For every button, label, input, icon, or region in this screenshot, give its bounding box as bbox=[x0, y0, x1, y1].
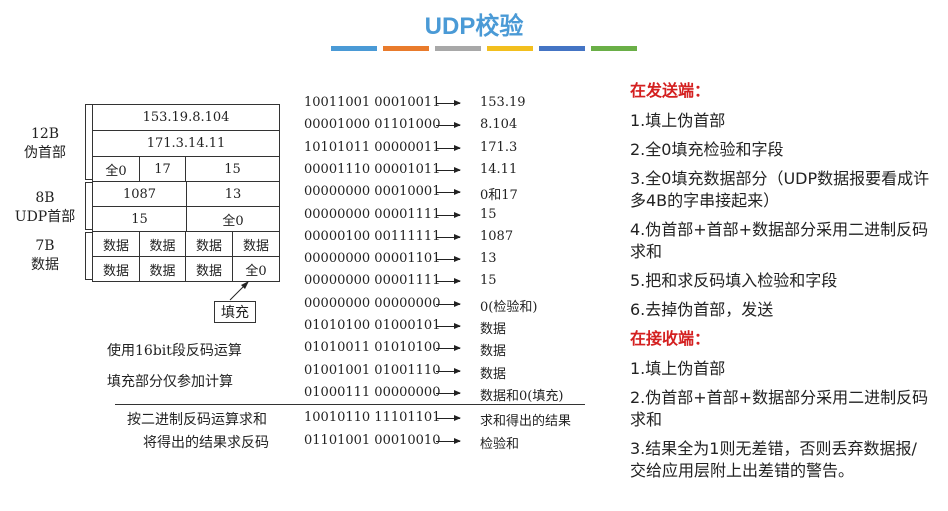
sum-result: 求和得出的结果 bbox=[480, 414, 572, 429]
dst-ip-cell: 171.3.14.11 bbox=[92, 130, 280, 157]
udp-header-label: 8B UDP首部 bbox=[14, 190, 76, 225]
decimal-value: 数据 bbox=[480, 322, 507, 337]
arrow-icon bbox=[436, 301, 461, 307]
data-cell: 数据 bbox=[139, 231, 186, 257]
data-cell: 数据 bbox=[185, 231, 233, 257]
udp-bracket bbox=[85, 182, 92, 230]
color-bar-segment bbox=[591, 46, 637, 51]
length-cell: 15 bbox=[185, 156, 280, 182]
data-label: 7B 数据 bbox=[31, 238, 59, 273]
binary-value: 10101011 00000011 bbox=[304, 140, 441, 155]
checksum-result: 检验和 bbox=[480, 437, 520, 452]
sender-step: 2.全0填充检验和字段 bbox=[630, 140, 784, 159]
note-16bit: 使用16bit段反码运算 bbox=[107, 343, 242, 359]
decimal-value: 153.19 bbox=[480, 95, 526, 110]
decimal-value: 15 bbox=[480, 207, 497, 222]
note-sum: 按二进制反码运算求和 bbox=[127, 412, 267, 428]
decimal-value: 8.104 bbox=[480, 117, 518, 132]
data-cell: 数据 bbox=[185, 256, 233, 282]
note-padding: 填充部分仅参加计算 bbox=[107, 374, 233, 390]
fill-pointer-arrow bbox=[229, 281, 249, 301]
pseudo-bracket bbox=[85, 104, 92, 180]
sender-step: 3.全0填充数据部分（UDP数据报要看成许多4B的字串接起来） bbox=[630, 169, 930, 210]
protocol-cell: 17 bbox=[139, 156, 186, 182]
data-cell: 数据 bbox=[232, 231, 280, 257]
page-title: UDP校验 bbox=[424, 13, 524, 40]
arrow-icon bbox=[436, 100, 461, 106]
arrow-icon bbox=[436, 256, 461, 262]
binary-value: 01010100 01000101 bbox=[304, 318, 441, 333]
fill-label-box: 填充 bbox=[214, 301, 256, 323]
arrow-icon bbox=[436, 390, 461, 396]
arrow-icon bbox=[436, 278, 461, 284]
binary-value: 00000000 00001101 bbox=[304, 251, 441, 266]
sum-binary: 10010110 11101101 bbox=[304, 410, 441, 425]
color-bar-segment bbox=[487, 46, 533, 51]
explanation-panel: 在发送端： 1.填上伪首部 2.全0填充检验和字段 3.全0填充数据部分（UDP… bbox=[630, 80, 930, 489]
decimal-value: 0和17 bbox=[480, 188, 518, 203]
arrow-icon bbox=[436, 145, 461, 151]
receiver-step: 1.填上伪首部 bbox=[630, 359, 726, 378]
binary-value: 01010011 01010100 bbox=[304, 340, 441, 355]
binary-value: 00001000 01101000 bbox=[304, 117, 441, 132]
binary-value: 01000111 00000000 bbox=[304, 385, 441, 400]
binary-value: 00000000 00000000 bbox=[304, 296, 441, 311]
sender-heading: 在发送端： bbox=[630, 81, 711, 100]
binary-value: 01001001 01001110 bbox=[304, 363, 441, 378]
src-ip-cell: 153.19.8.104 bbox=[92, 104, 280, 131]
sum-separator bbox=[115, 404, 585, 405]
checksum-arrow bbox=[436, 438, 461, 444]
arrow-icon bbox=[436, 167, 461, 173]
src-port-cell: 1087 bbox=[92, 181, 187, 207]
arrow-icon bbox=[436, 368, 461, 374]
binary-value: 10011001 00010011 bbox=[304, 95, 441, 110]
sender-step: 1.填上伪首部 bbox=[630, 111, 726, 130]
data-cell: 数据 bbox=[92, 231, 140, 257]
decimal-value: 1087 bbox=[480, 229, 514, 244]
arrow-icon bbox=[436, 122, 461, 128]
data-cell: 数据 bbox=[92, 256, 140, 282]
binary-value: 00000000 00001111 bbox=[304, 273, 441, 288]
dst-port-cell: 13 bbox=[186, 181, 280, 207]
receiver-step: 3.结果全为1则无差错，否则丢弃数据报/交给应用层附上出差错的警告。 bbox=[630, 439, 917, 480]
color-bar-segment bbox=[383, 46, 429, 51]
receiver-heading: 在接收端： bbox=[630, 329, 711, 348]
data-cell: 数据 bbox=[139, 256, 186, 282]
arrow-icon bbox=[436, 323, 461, 329]
padding-cell: 全0 bbox=[232, 256, 280, 282]
note-complement: 将得出的结果求反码 bbox=[143, 435, 269, 451]
arrow-icon bbox=[436, 234, 461, 240]
checksum-binary: 01101001 00010010 bbox=[304, 433, 441, 448]
decimal-value: 15 bbox=[480, 273, 497, 288]
receiver-step: 2.伪首部+首部+数据部分采用二进制反码求和 bbox=[630, 388, 929, 429]
sender-step: 5.把和求反码填入检验和字段 bbox=[630, 271, 838, 290]
decimal-value: 171.3 bbox=[480, 140, 518, 155]
color-bar-segment bbox=[435, 46, 481, 51]
color-bar-segment bbox=[539, 46, 585, 51]
arrow-icon bbox=[436, 189, 461, 195]
binary-value: 00000000 00001111 bbox=[304, 207, 441, 222]
decimal-value: 数据和0(填充) bbox=[480, 389, 564, 404]
decimal-value: 0(检验和) bbox=[480, 300, 538, 315]
sender-step: 4.伪首部+首部+数据部分采用二进制反码求和 bbox=[630, 220, 929, 261]
decimal-value: 14.11 bbox=[480, 162, 518, 177]
decimal-value: 数据 bbox=[480, 367, 507, 382]
udp-length-cell: 15 bbox=[92, 206, 187, 232]
binary-value: 00000100 00111111 bbox=[304, 229, 441, 244]
zero-cell: 全0 bbox=[92, 156, 140, 182]
checksum-cell: 全0 bbox=[186, 206, 280, 232]
arrow-icon bbox=[436, 212, 461, 218]
decimal-value: 数据 bbox=[480, 344, 507, 359]
binary-value: 00001110 00001011 bbox=[304, 162, 441, 177]
sum-arrow bbox=[436, 415, 461, 421]
color-bar-segment bbox=[331, 46, 377, 51]
color-bar bbox=[331, 46, 637, 51]
decimal-value: 13 bbox=[480, 251, 497, 266]
arrow-icon bbox=[436, 345, 461, 351]
pseudo-header-label: 12B 伪首部 bbox=[24, 126, 66, 161]
data-bracket bbox=[85, 232, 92, 280]
sender-step: 6.去掉伪首部，发送 bbox=[630, 300, 774, 319]
binary-value: 00000000 00010001 bbox=[304, 184, 441, 199]
